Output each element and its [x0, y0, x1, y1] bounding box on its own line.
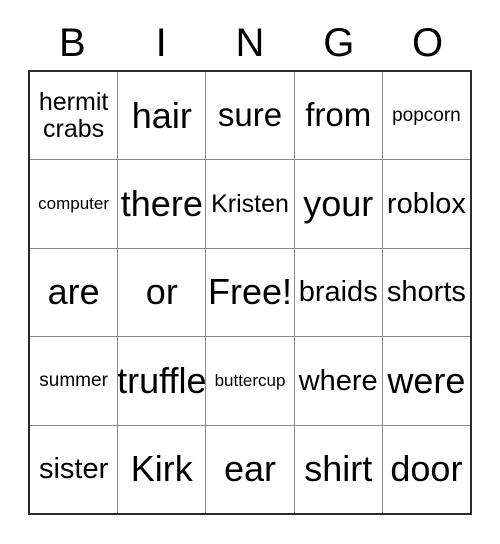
bingo-cell[interactable]: truffle [118, 337, 207, 425]
bingo-cell[interactable]: ear [206, 425, 295, 514]
bingo-cell[interactable]: shorts [383, 249, 470, 336]
bingo-cell-label: hair [131, 94, 192, 136]
bingo-header-letter-b: B [59, 21, 86, 65]
bingo-free-space-label: Free! [208, 271, 293, 313]
bingo-row: sister Kirk ear shirt door [30, 425, 470, 514]
bingo-cell[interactable]: summer [30, 337, 119, 425]
bingo-cell-label: where [298, 364, 378, 397]
bingo-cell-label: roblox [386, 187, 466, 220]
bingo-cell[interactable]: braids [295, 248, 383, 337]
bingo-cell[interactable]: shirt [295, 425, 383, 514]
bingo-header-letter-i: I [155, 21, 167, 65]
bingo-cell[interactable]: buttercup [206, 337, 295, 425]
bingo-cell-free-space[interactable]: Free! [206, 248, 295, 337]
bingo-cell-label: door [390, 448, 463, 490]
bingo-cell[interactable]: computer [30, 160, 119, 248]
bingo-cell-label: Kirk [130, 448, 193, 490]
bingo-cell-label: shorts [386, 276, 466, 309]
bingo-cell-label: summer [39, 369, 108, 391]
bingo-cell[interactable]: your [295, 160, 383, 248]
bingo-cell-label: Kristen [211, 189, 289, 218]
bingo-cell-label: sure [217, 96, 283, 134]
bingo-cell-label: truffle [118, 359, 207, 401]
bingo-cell-label: were [387, 359, 466, 401]
bingo-cell[interactable]: where [295, 337, 383, 425]
bingo-cell-label: popcorn [392, 104, 461, 126]
bingo-row: are or Free! braids shorts [30, 248, 470, 338]
bingo-cell[interactable]: door [383, 426, 470, 513]
bingo-grid: hermit crabs hair sure from popcorn comp… [28, 70, 472, 515]
bingo-cell[interactable]: or [118, 248, 207, 337]
bingo-cell-label: from [305, 96, 372, 134]
bingo-row: computer there Kristen your roblox [30, 160, 470, 249]
bingo-cell[interactable]: sister [30, 425, 119, 514]
bingo-cell-label: hermit crabs [38, 88, 109, 143]
bingo-cell-label: are [47, 271, 100, 313]
bingo-header-letter-n: N [235, 21, 265, 65]
bingo-cell-label: your [303, 183, 374, 225]
bingo-cell-label: sister [38, 452, 109, 485]
bingo-cell-label: ear [223, 448, 277, 490]
bingo-row: summer truffle buttercup where were [30, 337, 470, 426]
bingo-cell[interactable]: Kirk [118, 425, 207, 514]
bingo-header-row: B I N G O [28, 16, 472, 70]
bingo-cell[interactable]: there [118, 160, 207, 248]
bingo-cell-label: computer [38, 194, 110, 214]
bingo-cell-label: or [145, 271, 178, 313]
bingo-cell[interactable]: were [383, 337, 470, 424]
bingo-cell-label: braids [298, 276, 378, 309]
bingo-cell[interactable]: Kristen [206, 160, 295, 248]
bingo-cell[interactable]: are [30, 248, 119, 337]
bingo-cell[interactable]: sure [206, 72, 295, 160]
bingo-cell[interactable]: popcorn [383, 72, 470, 159]
bingo-cell[interactable]: hermit crabs [30, 72, 119, 160]
bingo-cell[interactable]: roblox [383, 160, 470, 247]
bingo-cell[interactable]: from [295, 72, 383, 160]
bingo-row: hermit crabs hair sure from popcorn [30, 72, 470, 161]
bingo-cell-label: shirt [304, 448, 373, 490]
bingo-header-letter-g: G [323, 21, 355, 65]
bingo-cell[interactable]: hair [118, 72, 207, 160]
bingo-cell-label: buttercup [214, 370, 286, 390]
bingo-cell-label: there [120, 183, 203, 225]
bingo-card: B I N G O hermit crabs hair sure from po… [0, 0, 500, 544]
bingo-header-letter-o: O [412, 21, 444, 65]
